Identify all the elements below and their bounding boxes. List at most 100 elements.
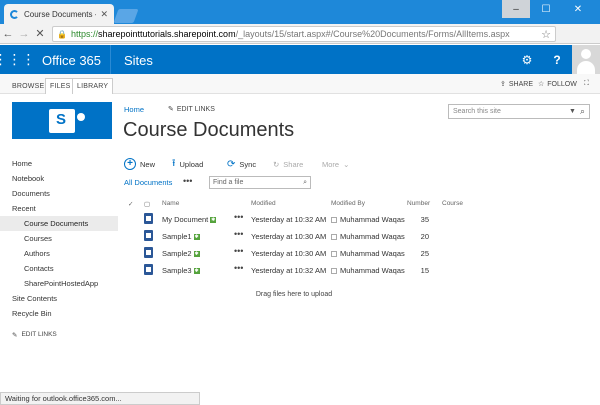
- nav-item-documents[interactable]: Documents: [0, 186, 118, 201]
- share-cmd-label: Share: [283, 159, 304, 169]
- tab-title: Course Documents - All D: [24, 9, 96, 19]
- modified-by-text: Muhammad Waqas: [340, 266, 405, 275]
- suite-app-name[interactable]: Sites: [124, 53, 153, 68]
- follow-button[interactable]: ☆ FOLLOW: [538, 80, 577, 89]
- number-value: 25: [420, 249, 429, 258]
- modified-by[interactable]: Muhammad Waqas: [331, 215, 405, 224]
- column-course[interactable]: Course: [442, 200, 463, 207]
- close-window-button[interactable]: ✕: [564, 0, 592, 18]
- browser-tab[interactable]: Course Documents - All D ✕: [4, 4, 114, 24]
- view-options-icon[interactable]: •••: [183, 176, 192, 186]
- modified-by[interactable]: Muhammad Waqas: [331, 266, 405, 275]
- nav-item-courses[interactable]: Courses: [0, 231, 118, 246]
- column-name[interactable]: Name: [162, 200, 179, 207]
- close-tab-icon[interactable]: ✕: [100, 9, 108, 20]
- quick-launch: Home Notebook Documents Recent Course Do…: [0, 156, 118, 342]
- nav-item-sharepointhostedapp[interactable]: SharePointHostedApp: [0, 276, 118, 291]
- number-cell: 20: [407, 232, 429, 241]
- ribbon-tab-files[interactable]: FILES: [45, 78, 76, 94]
- site-logo[interactable]: S: [12, 102, 112, 139]
- url-scheme: https://: [70, 29, 98, 39]
- view-all-documents[interactable]: All Documents: [124, 178, 172, 187]
- table-row[interactable]: Sample3 ✱ ••• Yesterday at 10:32 AM Muham…: [124, 262, 464, 279]
- file-name[interactable]: Sample3 ✱: [162, 266, 200, 275]
- site-search-input[interactable]: Search this site: [453, 108, 569, 115]
- file-name[interactable]: Sample2 ✱: [162, 249, 200, 258]
- word-doc-icon: [144, 230, 153, 243]
- settings-gear-icon[interactable]: ⚙: [512, 45, 542, 74]
- nav-item-notebook[interactable]: Notebook: [0, 171, 118, 186]
- nav-item-authors[interactable]: Authors: [0, 246, 118, 261]
- column-number[interactable]: Number: [407, 200, 430, 207]
- modified-by-text: Muhammad Waqas: [340, 215, 405, 224]
- minimize-button[interactable]: –: [502, 0, 530, 18]
- presence-icon: [331, 268, 337, 275]
- lock-icon: 🔒: [57, 29, 67, 39]
- maximize-button[interactable]: ☐: [532, 0, 560, 18]
- ribbon-tab-library[interactable]: LIBRARY: [72, 78, 114, 94]
- breadcrumb-home[interactable]: Home: [124, 105, 144, 114]
- app-launcher-icon[interactable]: ⋮⋮⋮: [0, 45, 36, 74]
- item-menu-icon[interactable]: •••: [234, 212, 243, 222]
- file-name[interactable]: Sample1 ✱: [162, 232, 200, 241]
- file-name-text: Sample2: [162, 249, 192, 258]
- focus-content-icon[interactable]: ⛶: [584, 80, 589, 88]
- find-file-box[interactable]: Find a file ⌕: [209, 176, 311, 189]
- nav-item-home[interactable]: Home: [0, 156, 118, 171]
- share-site-button[interactable]: ⇪ SHARE: [500, 80, 533, 89]
- site-search-box[interactable]: Search this site ▼ ⌕: [448, 104, 590, 119]
- edit-links-nav[interactable]: ✎ EDIT LINKS: [0, 327, 118, 342]
- nav-item-site-contents[interactable]: Site Contents: [0, 291, 118, 306]
- word-doc-icon: [144, 213, 153, 226]
- sync-icon: ⟳: [227, 158, 236, 170]
- drop-zone-hint[interactable]: Drag files here to upload: [124, 291, 464, 298]
- nav-item-recycle-bin[interactable]: Recycle Bin: [0, 306, 118, 321]
- nav-item-course-documents[interactable]: Course Documents: [0, 216, 118, 231]
- forward-button[interactable]: →: [16, 28, 32, 40]
- modified-by[interactable]: Muhammad Waqas: [331, 249, 405, 258]
- upload-button[interactable]: ⭱ Upload: [172, 157, 203, 171]
- search-scope-dropdown-icon[interactable]: ▼: [569, 108, 576, 115]
- item-menu-icon[interactable]: •••: [234, 229, 243, 239]
- upload-label: Upload: [179, 159, 204, 169]
- loading-spinner-icon: [10, 9, 19, 19]
- o365-suite-bar: ⋮⋮⋮ Office 365 Sites ⚙ ?: [0, 45, 600, 74]
- file-type-header-icon: ▢: [144, 201, 151, 208]
- new-item-icon: ✱: [193, 251, 200, 258]
- number-cell: 35: [407, 215, 429, 224]
- pencil-icon: ✎: [168, 106, 174, 113]
- ribbon-tab-browse[interactable]: BROWSE: [8, 78, 48, 94]
- table-row[interactable]: Sample1 ✱ ••• Yesterday at 10:30 AM Muham…: [124, 228, 464, 245]
- new-button[interactable]: + New: [124, 157, 155, 171]
- item-menu-icon[interactable]: •••: [234, 246, 243, 256]
- column-modified[interactable]: Modified: [251, 200, 276, 207]
- user-avatar[interactable]: [572, 45, 600, 74]
- find-file-input[interactable]: Find a file: [213, 179, 303, 186]
- more-button[interactable]: More ⌄: [322, 157, 349, 171]
- modified-date: Yesterday at 10:32 AM: [251, 215, 327, 224]
- new-tab-button[interactable]: [113, 9, 139, 23]
- item-menu-icon[interactable]: •••: [234, 263, 243, 273]
- suite-brand[interactable]: Office 365: [42, 53, 101, 68]
- sync-button[interactable]: ⟳ Sync: [227, 157, 256, 171]
- back-button[interactable]: ←: [0, 28, 16, 40]
- select-all-checkmark-icon[interactable]: ✓: [128, 200, 133, 208]
- document-list: ✓ ▢ Name Modified Modified By Number Cou…: [124, 198, 464, 279]
- search-icon[interactable]: ⌕: [580, 106, 585, 117]
- address-bar[interactable]: 🔒 https:// sharepointtutorials.sharepoin…: [52, 26, 556, 42]
- help-icon[interactable]: ?: [542, 45, 572, 74]
- number-value: 20: [420, 232, 429, 241]
- modified-by[interactable]: Muhammad Waqas: [331, 232, 405, 241]
- nav-item-contacts[interactable]: Contacts: [0, 261, 118, 276]
- stop-button[interactable]: ✕: [32, 27, 48, 40]
- search-icon[interactable]: ⌕: [303, 179, 307, 187]
- share-button[interactable]: ↻ Share: [273, 157, 303, 171]
- column-modified-by[interactable]: Modified By: [331, 200, 365, 207]
- edit-links-top[interactable]: ✎ EDIT LINKS: [168, 105, 215, 114]
- pencil-icon: ✎: [12, 331, 18, 339]
- plus-circle-icon: +: [124, 158, 136, 170]
- table-row[interactable]: Sample2 ✱ ••• Yesterday at 10:30 AM Muham…: [124, 245, 464, 262]
- table-row[interactable]: My Document ✱ ••• Yesterday at 10:32 AM M…: [124, 211, 464, 228]
- bookmark-star-icon[interactable]: ☆: [541, 28, 551, 41]
- file-name[interactable]: My Document ✱: [162, 215, 217, 224]
